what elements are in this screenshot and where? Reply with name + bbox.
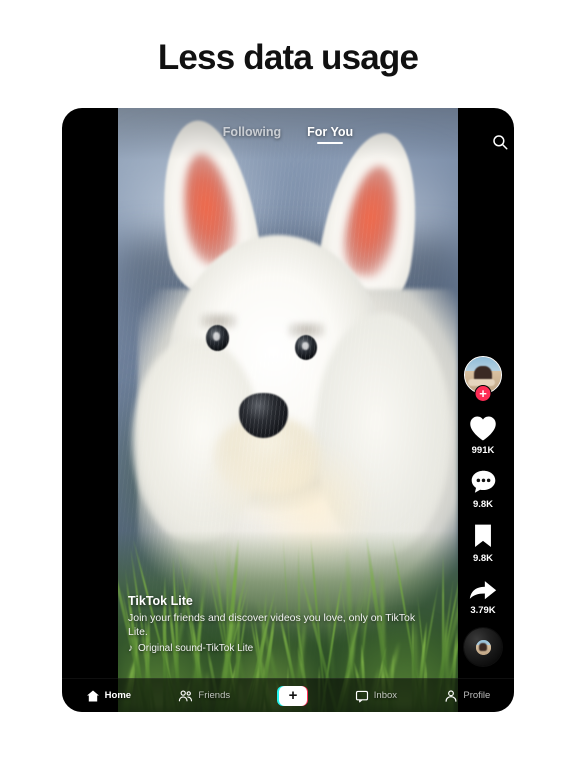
friends-icon [179, 689, 193, 701]
music-disc-icon[interactable] [464, 628, 502, 666]
nav-label-friends: Friends [198, 690, 231, 701]
home-icon [86, 690, 99, 701]
video-player[interactable]: Following For You TikTok Lite Join your … [118, 108, 458, 712]
page-root: Less data usage Following For You TikTok… [0, 0, 576, 768]
share-icon[interactable] [468, 576, 498, 602]
tab-for-you[interactable]: For You [307, 125, 353, 144]
phone-mockup: Following For You TikTok Lite Join your … [62, 108, 514, 712]
share-count: 3.79K [470, 605, 496, 616]
caption-music[interactable]: ♪ Original sound-TikTok Lite [128, 643, 428, 654]
search-icon[interactable] [491, 133, 509, 151]
feed-tabs: Following For You [118, 108, 458, 160]
rail-item-music-disc[interactable] [464, 628, 502, 666]
rail-item-comment[interactable]: 9.8K [469, 468, 498, 510]
bottom-nav: Home Friends + Inbox Profile [62, 678, 514, 712]
heart-icon[interactable] [468, 414, 498, 442]
caption-description: Join your friends and discover videos yo… [128, 611, 416, 638]
nav-item-inbox[interactable]: Inbox [355, 689, 397, 703]
create-button[interactable]: + [277, 685, 309, 706]
tab-following[interactable]: Following [223, 125, 281, 144]
page-title: Less data usage [157, 38, 419, 77]
like-count: 991K [471, 445, 495, 456]
video-caption: TikTok Lite Join your friends and discov… [128, 594, 428, 654]
music-title: Original sound-TikTok Lite [138, 643, 254, 654]
caption-username[interactable]: TikTok Lite [128, 594, 428, 608]
comment-count: 9.8K [472, 499, 494, 510]
action-rail: + 991K 9.8K 9.8K 3.79K [459, 356, 507, 666]
rail-item-share[interactable]: 3.79K [468, 576, 498, 616]
nav-label-home: Home [104, 690, 132, 701]
nav-item-profile[interactable]: Profile [444, 689, 490, 703]
comment-icon[interactable] [469, 468, 498, 496]
rail-item-profile[interactable]: + [464, 356, 502, 402]
profile-icon [445, 689, 457, 702]
create-plus-icon[interactable]: + [278, 685, 307, 706]
rail-item-bookmark[interactable]: 9.8K [470, 522, 496, 564]
nav-label-inbox: Inbox [373, 690, 398, 701]
bookmark-count: 9.8K [472, 553, 494, 564]
nav-item-home[interactable]: Home [86, 689, 131, 703]
follow-plus-icon[interactable]: + [474, 385, 492, 402]
nav-label-profile: Profile [463, 690, 491, 701]
rail-item-like[interactable]: 991K [468, 414, 498, 456]
nav-item-friends[interactable]: Friends [178, 689, 230, 703]
bookmark-icon[interactable] [470, 522, 496, 550]
music-note-icon: ♪ [128, 643, 133, 654]
inbox-icon [355, 690, 368, 702]
